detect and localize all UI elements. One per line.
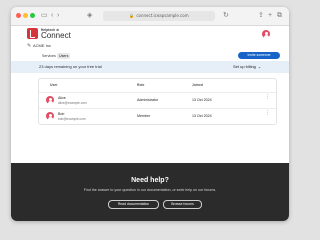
user-role: Member [137,114,151,118]
reload-icon[interactable]: ↻ [223,11,229,20]
brand-product-name: Connect [41,31,71,40]
column-header-role: Role [137,83,145,87]
share-icon[interactable]: ⇪ [258,11,264,20]
close-window-button[interactable] [16,13,21,18]
new-tab-icon[interactable]: + [268,11,272,20]
table-row: Bob bob@example.com Member 13 Oct 2024 ⋮ [39,108,276,124]
set-up-billing-link[interactable]: Set up billing ⌄ [233,61,261,73]
users-table: User Role Joined Alice alice@example.com… [38,78,277,125]
set-up-billing-label: Set up billing [233,64,256,69]
help-footer: Need help? Find the answer to your quest… [11,163,289,221]
user-email: alice@example.com [58,101,87,105]
browse-forums-button[interactable]: Browse forums [163,200,202,209]
address-bar-url: connect.iceapsample.com [136,13,189,18]
user-avatar [46,112,54,120]
logo[interactable] [27,28,38,39]
more-options-icon[interactable]: ⋮ [265,111,270,116]
read-documentation-button[interactable]: Read documentation [108,200,159,209]
tab-users[interactable]: Users [57,53,71,59]
trial-message: 23 days remaining on your free trial [39,64,102,69]
browser-toolbar: ▭ ‹ › ◈ 🔒 connect.iceapsample.com ↻ ⇪ + ⧉ [11,7,289,26]
shield-icon[interactable]: ◈ [87,11,92,20]
app-header: Helptech ⚙ Connect [11,25,289,42]
forward-icon[interactable]: › [57,11,59,20]
help-title: Need help? [131,177,169,184]
organization-name: ACME Inc [33,43,52,48]
browser-window: ▭ ‹ › ◈ 🔒 connect.iceapsample.com ↻ ⇪ + ⧉… [11,7,289,221]
chevron-down-icon: ⌄ [257,64,262,69]
invite-someone-button[interactable]: Invite someone [238,52,280,59]
user-email: bob@example.com [58,117,86,121]
lock-icon: 🔒 [129,13,135,18]
edit-icon[interactable]: ✎ [27,42,31,50]
user-name: Bob [58,112,65,116]
address-bar[interactable]: 🔒 connect.iceapsample.com [103,11,215,21]
trial-banner: 23 days remaining on your free trial Set… [11,61,289,73]
tab-overview-icon[interactable]: ⧉ [277,11,282,20]
user-joined-date: 13 Oct 2024 [192,114,212,118]
user-joined-date: 13 Oct 2024 [192,98,212,102]
minimize-window-button[interactable] [23,13,28,18]
column-header-user: User [50,83,58,87]
user-avatar [46,96,54,104]
help-text: Find the answer to your question in our … [83,188,217,192]
back-icon[interactable]: ‹ [51,11,53,20]
tab-services[interactable]: Services [42,53,56,59]
organization-row: ✎ ACME Inc [11,42,289,50]
account-avatar[interactable] [262,30,270,38]
zoom-window-button[interactable] [30,13,35,18]
column-header-joined: Joined [192,83,203,87]
user-role: Administrator [137,98,159,102]
sidebar-toggle-icon[interactable]: ▭ [41,11,48,20]
user-name: Alice [58,96,66,100]
table-row: Alice alice@example.com Administrator 13… [39,92,276,108]
more-options-icon[interactable]: ⋮ [265,95,270,100]
